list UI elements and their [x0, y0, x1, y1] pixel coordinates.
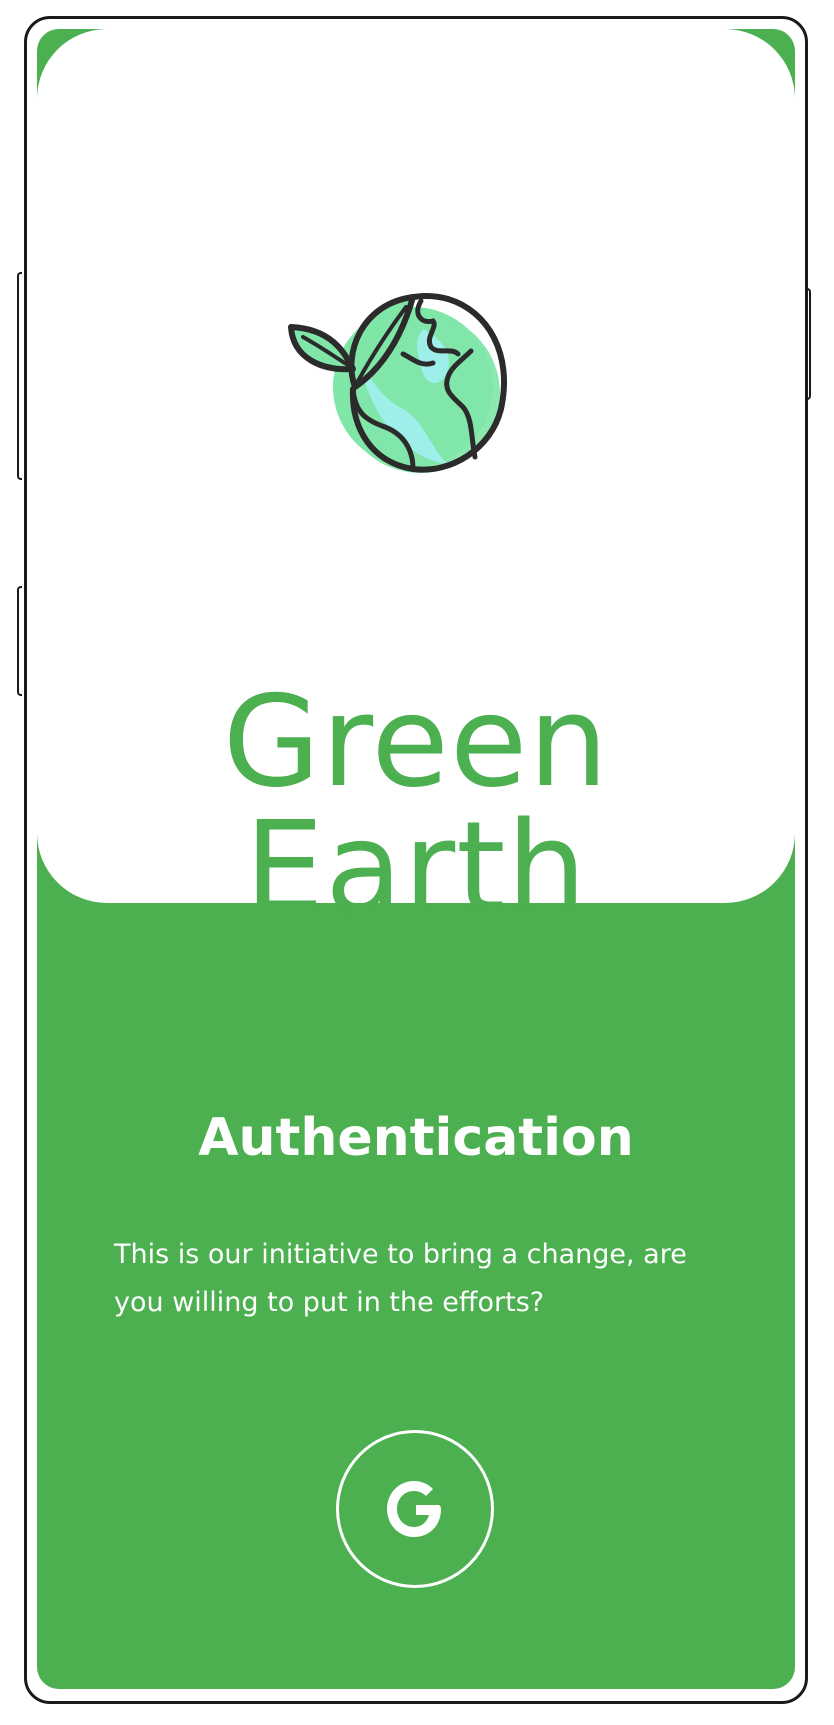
volume-up-side-button — [17, 272, 22, 480]
hero-card-top — [107, 29, 725, 109]
auth-title: Authentication — [198, 1108, 634, 1168]
phone-frame: Green Earth Authentication This is our i… — [24, 16, 808, 1704]
google-sign-in-button[interactable] — [336, 1430, 494, 1588]
app-screen: Green Earth Authentication This is our i… — [37, 29, 795, 1689]
earth-leaf-icon — [288, 292, 507, 473]
volume-down-side-button — [17, 586, 22, 696]
google-icon — [387, 1481, 441, 1537]
app-title: Green Earth — [222, 668, 610, 941]
auth-description: This is our initiative to bring a change… — [114, 1239, 687, 1318]
